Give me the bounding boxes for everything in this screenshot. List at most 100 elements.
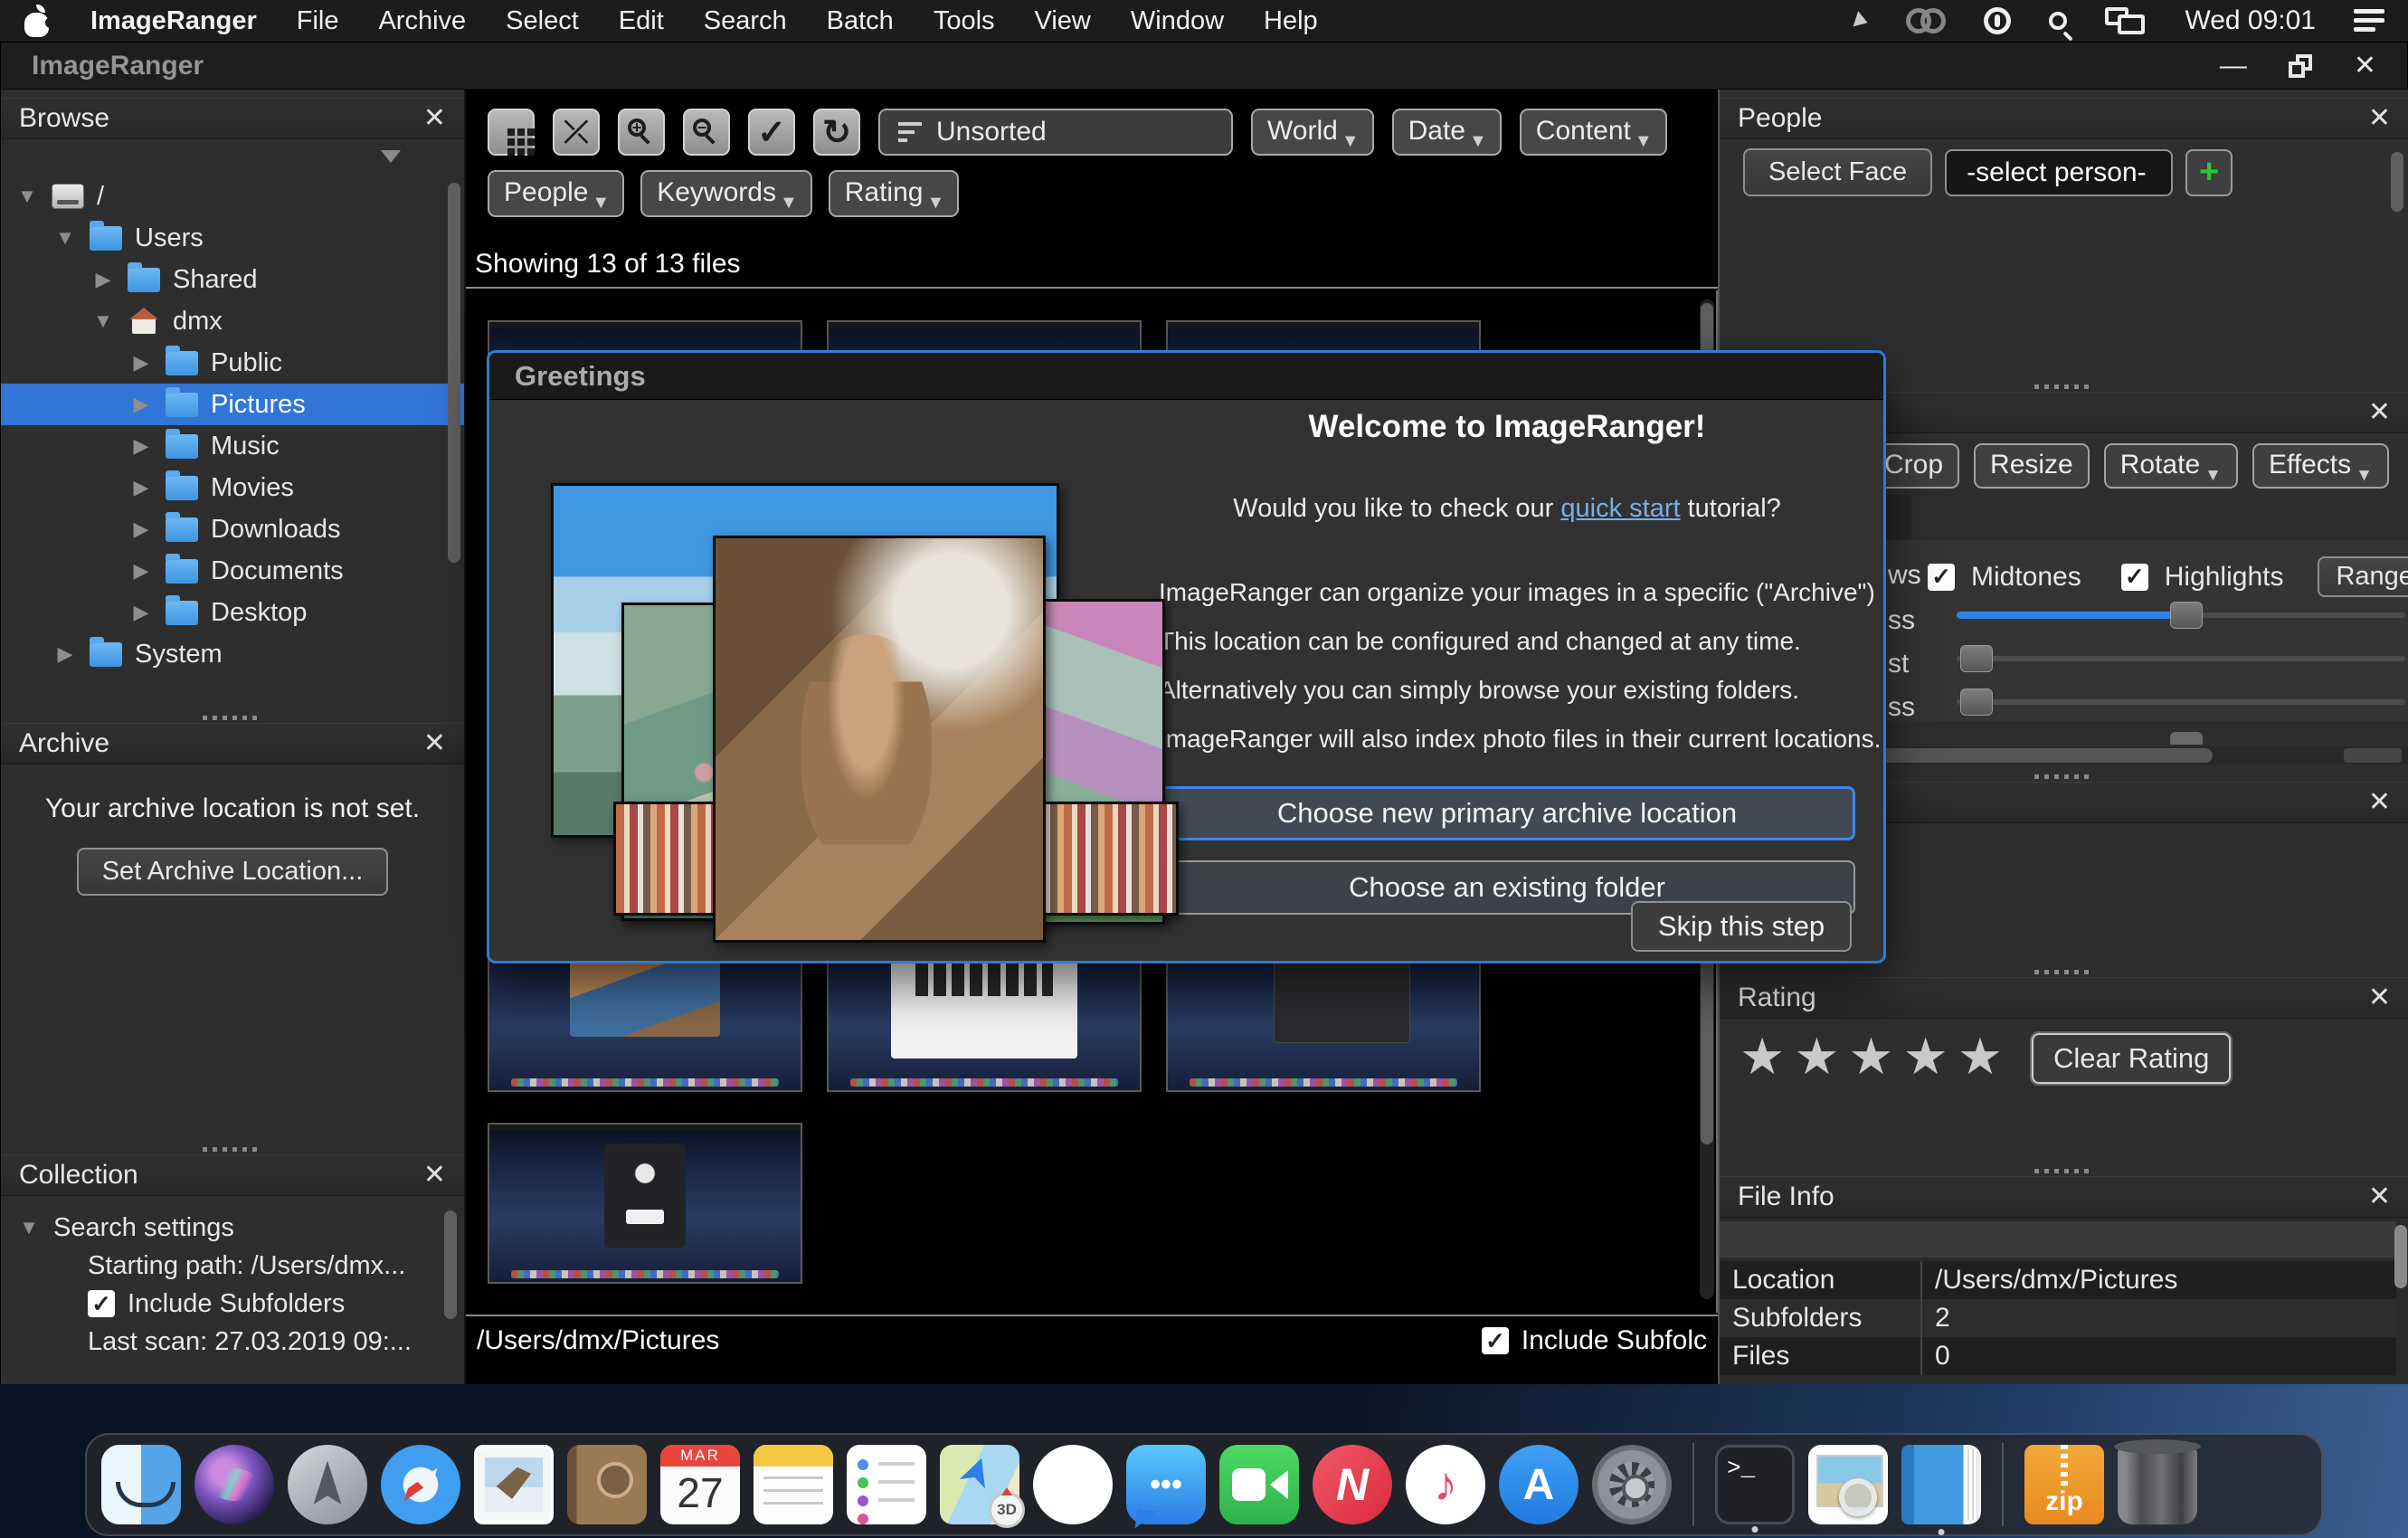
quick-start-link[interactable]: quick start: [1560, 494, 1680, 523]
expander-open-icon[interactable]: [15, 185, 39, 208]
menu-help[interactable]: Help: [1264, 6, 1318, 36]
siri-dock-icon[interactable]: [194, 1445, 274, 1524]
expander-closed-icon[interactable]: [129, 434, 153, 458]
browse-close-icon[interactable]: ✕: [423, 105, 446, 132]
imageranger-dock-icon[interactable]: [1901, 1445, 1981, 1535]
fullscreen-button[interactable]: ⤫: [553, 109, 600, 156]
select-person-combo[interactable]: -select person-: [1945, 148, 2174, 196]
reminders-dock-icon[interactable]: [847, 1445, 926, 1524]
choose-archive-location-button[interactable]: Choose new primary archive location: [1159, 786, 1855, 840]
expander-closed-icon[interactable]: [91, 268, 115, 291]
restore-icon[interactable]: [2288, 53, 2312, 78]
menu-batch[interactable]: Batch: [827, 6, 894, 36]
rating-filter-button[interactable]: Rating: [828, 170, 960, 217]
cursor-status-icon[interactable]: [1853, 11, 1871, 31]
onepassword-icon[interactable]: [1984, 7, 2012, 34]
select-face-button[interactable]: Select Face: [1743, 148, 1933, 196]
panel-resize-handle[interactable]: [1720, 966, 2408, 977]
tree-item-root[interactable]: /: [1, 176, 464, 217]
sharpness-slider[interactable]: [1957, 687, 2405, 717]
tree-item-users[interactable]: Users: [1, 217, 464, 259]
contacts-dock-icon[interactable]: [567, 1445, 647, 1524]
midtones-checkbox[interactable]: [1928, 563, 1955, 591]
menu-archive[interactable]: Archive: [378, 6, 466, 36]
tree-item-pictures-selected[interactable]: Pictures: [1, 384, 464, 425]
refresh-button[interactable]: ↻: [813, 109, 860, 156]
expander-closed-icon[interactable]: [129, 476, 153, 499]
effects-button[interactable]: Effects: [2252, 443, 2389, 489]
facetime-dock-icon[interactable]: [1219, 1445, 1299, 1524]
rotate-button[interactable]: Rotate: [2103, 443, 2238, 489]
launchpad-dock-icon[interactable]: [288, 1445, 367, 1524]
panel-resize-handle[interactable]: [1, 712, 464, 723]
content-filter-button[interactable]: Content: [1519, 109, 1667, 156]
keywords-filter-button[interactable]: Keywords: [640, 170, 812, 217]
clear-rating-button[interactable]: Clear Rating: [2030, 1031, 2233, 1086]
expander-open-icon[interactable]: [91, 309, 115, 333]
include-subfolders-item[interactable]: Include Subfolders: [1, 1285, 464, 1323]
creative-cloud-icon[interactable]: [1906, 8, 1947, 33]
expander-closed-icon[interactable]: [53, 642, 77, 666]
zoom-out-button[interactable]: −: [683, 109, 730, 156]
people-scrollbar[interactable]: [2391, 152, 2403, 212]
starting-path-item[interactable]: Starting path: /Users/dmx...: [1, 1247, 464, 1285]
tree-item-public[interactable]: Public: [1, 342, 464, 384]
menu-clock[interactable]: Wed 09:01: [2185, 5, 2316, 36]
file-info-close-icon[interactable]: ✕: [2368, 1183, 2391, 1210]
safari-dock-icon[interactable]: [381, 1445, 460, 1524]
apple-menu-icon[interactable]: [24, 5, 56, 37]
notification-list-icon[interactable]: [2354, 9, 2384, 33]
photos-dock-icon[interactable]: [1033, 1445, 1113, 1524]
app-store-dock-icon[interactable]: A: [1499, 1445, 1578, 1524]
panel-resize-handle[interactable]: [1720, 1165, 2408, 1176]
music-dock-icon[interactable]: ♪: [1406, 1445, 1485, 1524]
news-dock-icon[interactable]: N: [1313, 1445, 1392, 1524]
rating-stars[interactable]: ★★★★★: [1740, 1031, 2012, 1082]
people-close-icon[interactable]: ✕: [2368, 105, 2391, 132]
contrast-slider[interactable]: [1957, 643, 2405, 674]
rating-close-icon[interactable]: ✕: [2368, 984, 2391, 1011]
tree-item-music[interactable]: Music: [1, 425, 464, 467]
menu-tools[interactable]: Tools: [934, 6, 995, 36]
tree-item-desktop[interactable]: Desktop: [1, 592, 464, 633]
expander-closed-icon[interactable]: [129, 351, 153, 375]
messages-dock-icon[interactable]: •••: [1126, 1445, 1206, 1524]
expander-closed-icon[interactable]: [129, 393, 153, 416]
tree-scrollbar[interactable]: [448, 183, 460, 563]
set-archive-location-button[interactable]: Set Archive Location...: [76, 848, 389, 896]
skip-step-button[interactable]: Skip this step: [1631, 901, 1852, 952]
collection-close-icon[interactable]: ✕: [423, 1162, 446, 1189]
grid-view-button[interactable]: [488, 109, 535, 156]
menu-search[interactable]: Search: [704, 6, 787, 36]
minimize-icon[interactable]: —: [2220, 52, 2247, 80]
tree-item-system[interactable]: System: [1, 633, 464, 675]
world-filter-button[interactable]: World: [1251, 109, 1374, 156]
panel-resize-handle[interactable]: [1, 1144, 464, 1154]
menu-file[interactable]: File: [297, 6, 339, 36]
tree-item-documents[interactable]: Documents: [1, 550, 464, 592]
resize-button[interactable]: Resize: [1974, 443, 2090, 489]
expander-open-icon[interactable]: [17, 1216, 41, 1239]
brightness-slider[interactable]: [1957, 600, 2405, 631]
date-filter-button[interactable]: Date: [1391, 109, 1502, 156]
tree-item-downloads[interactable]: Downloads: [1, 508, 464, 550]
tree-item-shared[interactable]: Shared: [1, 259, 464, 300]
menu-view[interactable]: View: [1035, 6, 1091, 36]
highlights-checkbox[interactable]: [2120, 563, 2148, 591]
thumbnail[interactable]: [488, 1123, 802, 1284]
checkbox-checked-icon[interactable]: [88, 1290, 115, 1317]
people-filter-button[interactable]: People: [488, 170, 625, 217]
expander-closed-icon[interactable]: [129, 559, 153, 583]
mail-dock-icon[interactable]: [474, 1445, 554, 1524]
displays-icon[interactable]: [2105, 7, 2147, 34]
menu-window[interactable]: Window: [1131, 6, 1224, 36]
collection-scrollbar[interactable]: [444, 1210, 457, 1319]
archive-close-icon[interactable]: ✕: [423, 730, 446, 757]
zip-file-dock-icon[interactable]: zip: [2024, 1445, 2104, 1524]
menu-edit[interactable]: Edit: [619, 6, 664, 36]
menu-app-name[interactable]: ImageRanger: [90, 6, 257, 36]
spotlight-search-icon[interactable]: [2049, 12, 2068, 30]
slider-knob-partial[interactable]: [2170, 732, 2203, 745]
expander-open-icon[interactable]: [53, 226, 77, 250]
browse-filter-combo[interactable]: [1, 139, 464, 176]
